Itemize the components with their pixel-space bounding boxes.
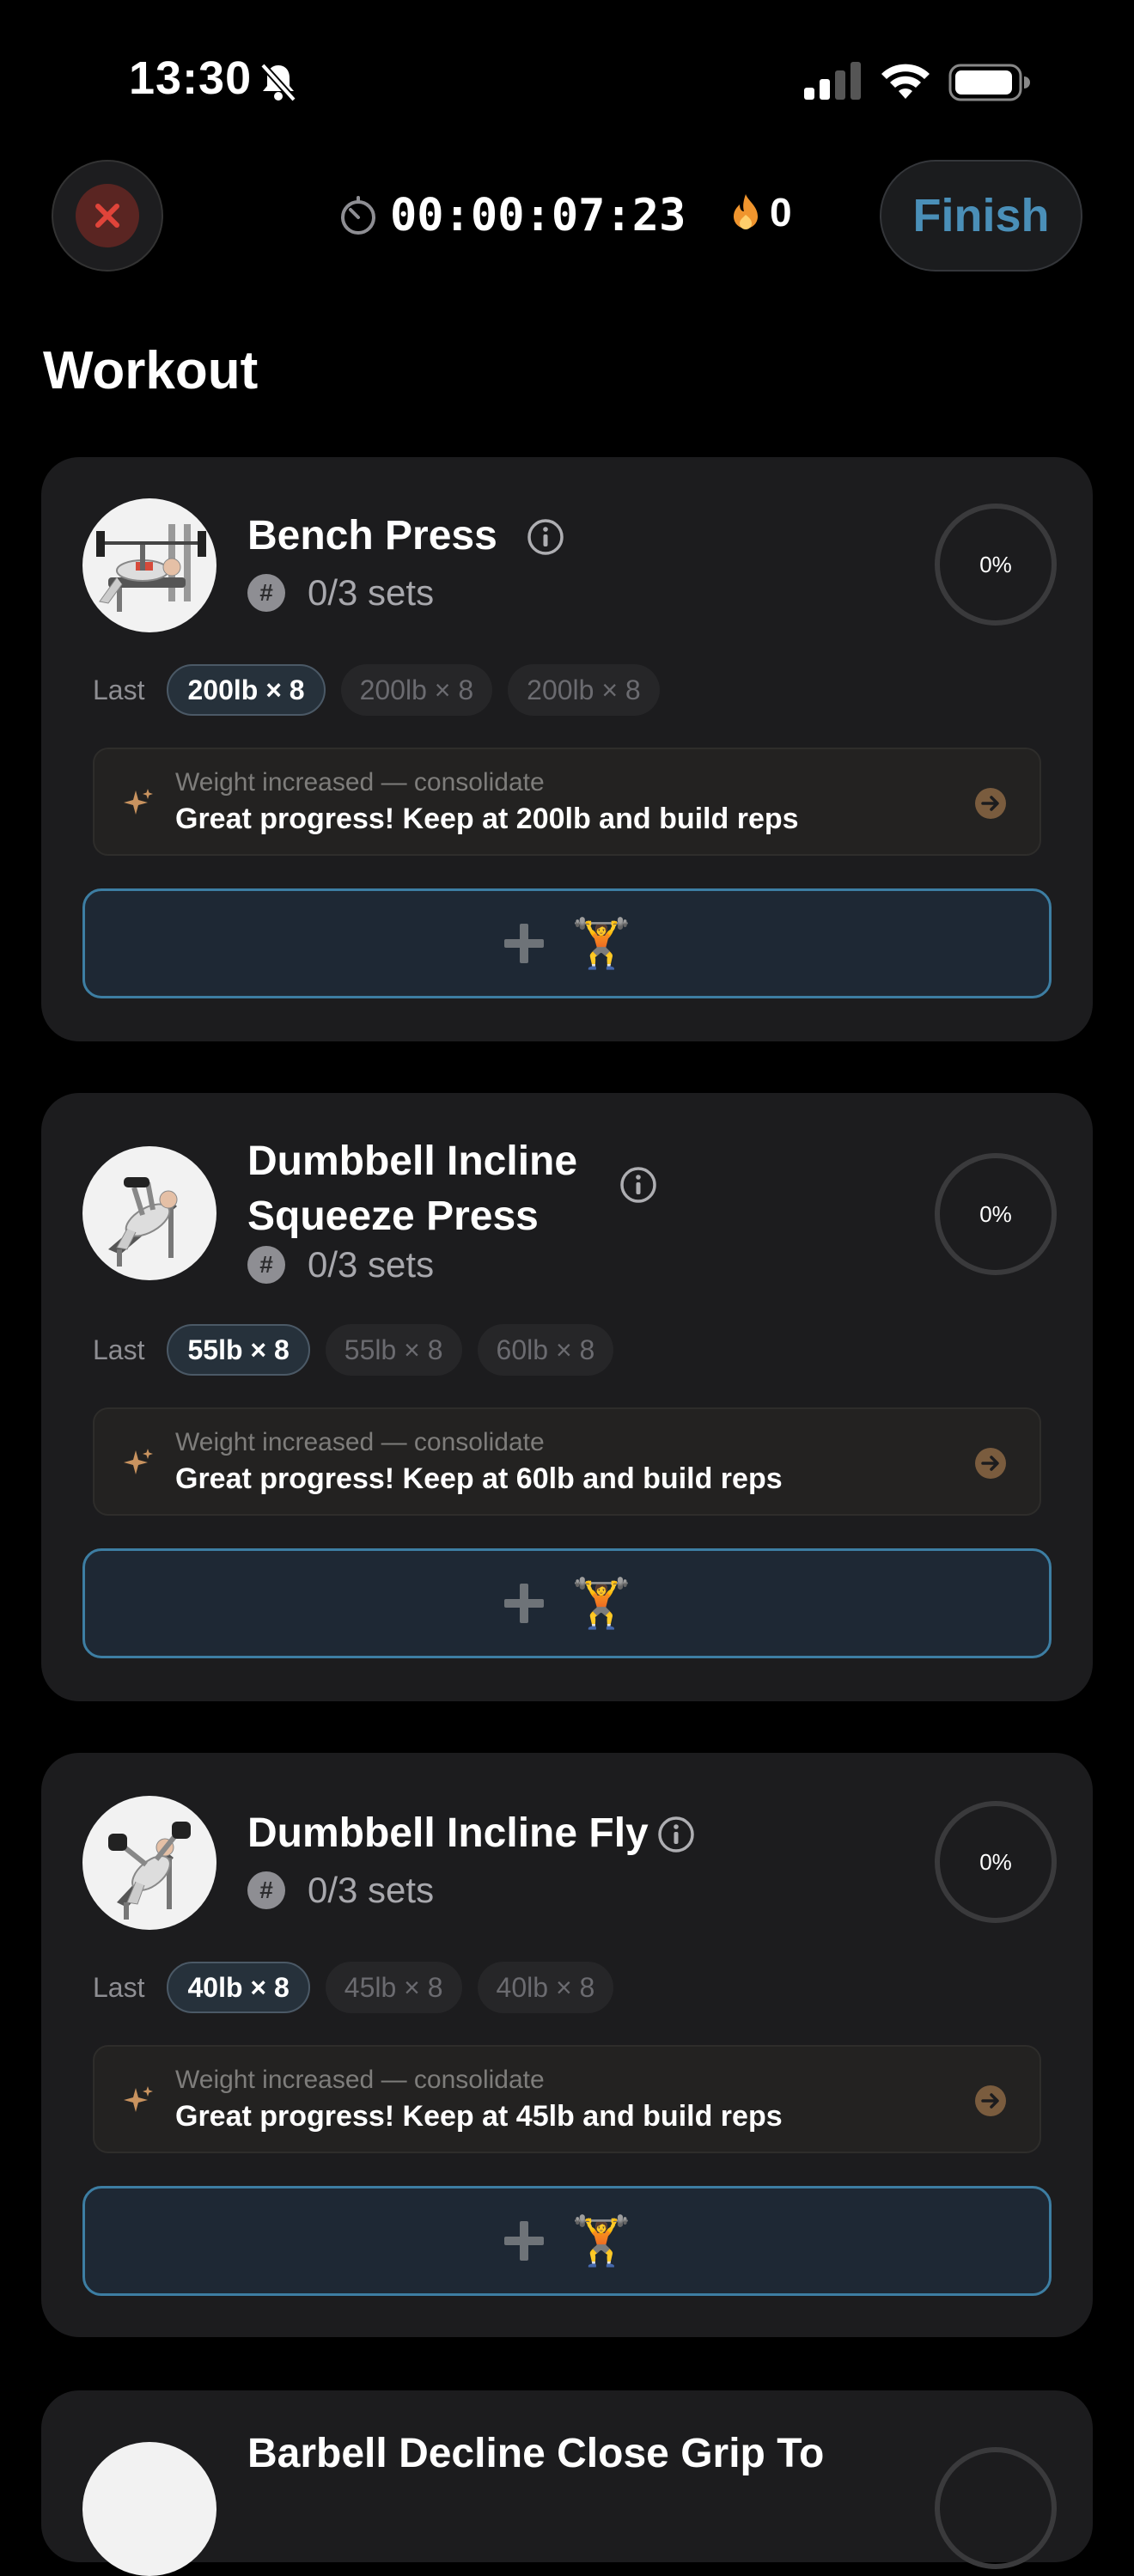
history-pill[interactable]: 55lb × 8 <box>325 1324 462 1376</box>
status-time: 13:30 <box>129 52 253 104</box>
exercise-thumbnail[interactable] <box>82 498 216 632</box>
last-label: Last <box>93 1334 145 1365</box>
bell-slash-icon <box>260 63 296 101</box>
sparkle-icon <box>124 2086 153 2112</box>
arrow-right-icon <box>975 2085 1006 2116</box>
add-set-button[interactable]: 🏋️ <box>82 888 1052 998</box>
sparkle-icon <box>124 1449 153 1474</box>
plus-icon <box>504 1584 545 1623</box>
sets-counter: # 0/3 sets <box>247 572 434 613</box>
progress-ring: 0% <box>935 1801 1057 1923</box>
stopwatch-icon <box>341 196 375 235</box>
sets-text: 0/3 sets <box>308 1244 435 1285</box>
streak-count: 0 <box>770 190 792 235</box>
incline-fly-illustration <box>108 1822 191 1920</box>
progress-text: 0% <box>979 1848 1012 1875</box>
cellular-signal-icon <box>804 62 861 100</box>
sets-counter: # 0/3 sets <box>247 1244 434 1285</box>
exercise-card: Bench Press # 0/3 sets 0% Last 200lb × 8… <box>41 457 1093 1041</box>
battery-icon <box>948 64 1030 101</box>
weightlifter-icon: 🏋️ <box>571 2213 631 2268</box>
sparkle-icon <box>124 789 153 815</box>
progression-tip[interactable]: Weight increased — consolidate Great pro… <box>93 1407 1041 1516</box>
history-pill[interactable]: 55lb × 8 <box>167 1324 310 1376</box>
tip-text: Great progress! Keep at 45lb and build r… <box>175 2100 783 2133</box>
plus-icon <box>504 2221 545 2261</box>
history-row: Last 55lb × 8 55lb × 8 60lb × 8 <box>93 1323 614 1377</box>
progress-ring: 0% <box>935 1153 1057 1275</box>
finish-button[interactable]: Finish <box>880 160 1082 272</box>
exercise-card: Dumbbell Incline Squeeze Press # 0/3 set… <box>41 1093 1093 1701</box>
arrow-right-icon <box>975 1448 1006 1479</box>
exercise-name: Barbell Decline Close Grip To <box>247 2431 825 2476</box>
incline-press-illustration <box>108 1177 178 1267</box>
tip-subtitle: Weight increased — consolidate <box>175 768 545 797</box>
history-pill[interactable]: 45lb × 8 <box>325 1962 462 2013</box>
progress-text: 0% <box>979 551 1012 577</box>
progression-tip[interactable]: Weight increased — consolidate Great pro… <box>93 2045 1041 2153</box>
page-title: Workout <box>43 341 259 400</box>
weightlifter-icon: 🏋️ <box>571 1576 631 1630</box>
bench-press-illustration <box>96 524 206 612</box>
progression-tip[interactable]: Weight increased — consolidate Great pro… <box>93 748 1041 856</box>
tip-subtitle: Weight increased — consolidate <box>175 2066 545 2094</box>
history-pill[interactable]: 200lb × 8 <box>167 664 326 716</box>
history-pill[interactable]: 40lb × 8 <box>477 1962 614 2013</box>
arrow-right-icon <box>975 788 1006 819</box>
progress-text: 0% <box>979 1200 1012 1227</box>
exercise-card: Dumbbell Incline Fly # 0/3 sets 0% Last … <box>41 1753 1093 2337</box>
tip-subtitle: Weight increased — consolidate <box>175 1428 545 1456</box>
close-workout-button[interactable] <box>52 160 163 272</box>
hash-icon: # <box>247 1246 285 1284</box>
history-pill[interactable]: 200lb × 8 <box>340 664 493 716</box>
history-row: Last 40lb × 8 45lb × 8 40lb × 8 <box>93 1961 614 2014</box>
tip-text: Great progress! Keep at 60lb and build r… <box>175 1462 783 1495</box>
progress-ring: 0% <box>935 504 1057 626</box>
hash-icon: # <box>247 1871 285 1909</box>
history-pill[interactable]: 40lb × 8 <box>167 1962 310 2013</box>
progress-ring <box>935 2447 1057 2569</box>
hash-icon: # <box>247 574 285 612</box>
info-icon[interactable] <box>526 517 565 557</box>
tip-text: Great progress! Keep at 200lb and build … <box>175 803 799 835</box>
info-icon[interactable] <box>619 1165 658 1205</box>
last-label: Last <box>93 1971 145 2003</box>
history-pill[interactable]: 200lb × 8 <box>508 664 660 716</box>
sets-text: 0/3 sets <box>308 1870 435 1910</box>
info-icon[interactable] <box>656 1815 696 1854</box>
add-set-button[interactable]: 🏋️ <box>82 2186 1052 2296</box>
sets-counter: # 0/3 sets <box>247 1870 434 1911</box>
sets-text: 0/3 sets <box>308 572 435 613</box>
history-row: Last 200lb × 8 200lb × 8 200lb × 8 <box>93 663 660 717</box>
add-set-button[interactable]: 🏋️ <box>82 1548 1052 1658</box>
exercise-name: Dumbbell Incline Fly <box>247 1810 649 1856</box>
history-pill[interactable]: 60lb × 8 <box>477 1324 614 1376</box>
plus-icon <box>504 924 545 963</box>
flame-icon <box>734 194 758 229</box>
exercise-thumbnail[interactable] <box>82 2442 216 2576</box>
exercise-thumbnail[interactable] <box>82 1796 216 1930</box>
wifi-icon <box>881 64 930 99</box>
close-icon-circle <box>76 184 139 247</box>
close-icon <box>95 204 119 228</box>
last-label: Last <box>93 674 145 705</box>
weightlifter-icon: 🏋️ <box>571 916 631 970</box>
streak-indicator: 0 <box>730 189 792 235</box>
exercise-name-line2: Squeeze Press <box>247 1193 539 1239</box>
timer-text: 00:00:07:23 <box>390 190 686 241</box>
exercise-name-line1: Dumbbell Incline <box>247 1138 578 1184</box>
exercise-thumbnail[interactable] <box>82 1146 216 1280</box>
exercise-name: Bench Press <box>247 513 497 559</box>
workout-timer: 00:00:07:23 <box>338 186 686 246</box>
exercise-card: Barbell Decline Close Grip To <box>41 2390 1093 2576</box>
status-bar: 13:30 <box>0 0 1134 163</box>
